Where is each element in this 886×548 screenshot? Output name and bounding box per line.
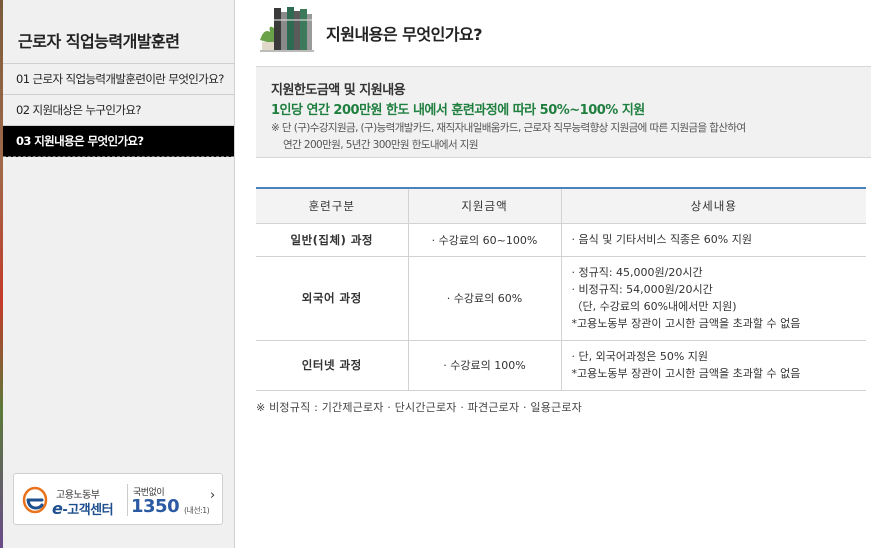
callcenter-name-e: e [52,499,63,518]
table-header-amount: 지원금액 [408,188,562,224]
books-plant-icon [260,7,314,52]
detail-line: · 비정규직: 54,000원/20시간 [571,283,713,296]
detail-line: （단, 수강료의 60%내에서만 지원) [571,300,737,313]
chevron-right-icon: › [210,488,216,503]
table-cell-category: 외국어 과정 [256,256,409,341]
non-regular-worker-footnote: ※ 비정규직 : 기간제근로자 · 단시간근로자 · 파견근로자 · 일용근로자 [256,401,582,414]
table-row: 인터넷 과정 · 수강료의 100% · 단, 외국어과정은 50% 지원 *고… [256,340,866,391]
callcenter-extension: (내선:1) [184,506,210,515]
table-cell-category: 일반(집체) 과정 [256,223,409,257]
content-header: 지원내용은 무엇인가요? [236,0,886,66]
detail-line: *고용노동부 장관이 고시한 금액을 초과할 수 없음 [571,317,801,330]
callcenter-banner[interactable]: 고용노동부 e-고객센터 국번없이 1350 (내선:1) › [13,473,223,525]
table-header-category: 훈련구분 [256,188,409,224]
callcenter-name: e-고객센터 [52,499,114,518]
info-note-line1: ※ 단 (구)수강지원금, (구)능력개발카드, 재직자내일배움카드, 근로자 … [271,122,746,134]
callcenter-divider [127,484,128,516]
table-cell-category: 인터넷 과정 [256,340,409,391]
callcenter-name-rest: -고객센터 [62,503,114,518]
sidebar-title: 근로자 직업능력개발훈련 [3,0,234,64]
table-header-row: 훈련구분 지원금액 상세내용 [256,188,866,224]
info-heading: 지원한도금액 및 지원내용 [271,83,406,98]
sidebar-item-support-content[interactable]: 03 지원내용은 무엇인가요? [3,126,234,157]
sidebar: 근로자 직업능력개발훈련 01 근로자 직업능력개발훈련이란 무엇인가요? 02… [3,0,235,548]
detail-line: · 단, 외국어과정은 50% 지원 [571,350,709,363]
table-cell-amount: · 수강료의 60% [408,256,562,341]
table-header-details: 상세내용 [561,188,866,224]
detail-line: *고용노동부 장관이 고시한 금액을 초과할 수 없음 [571,367,801,380]
support-table: 훈련구분 지원금액 상세내용 일반(집체) 과정 · 수강료의 60~100% … [256,187,866,391]
table-row: 외국어 과정 · 수강료의 60% · 정규직: 45,000원/20시간 · … [256,256,866,341]
table-cell-amount: · 수강료의 60~100% [408,223,562,257]
sidebar-item-what-is-training[interactable]: 01 근로자 직업능력개발훈련이란 무엇인가요? [3,64,234,95]
sidebar-item-eligibility[interactable]: 02 지원대상은 누구인가요? [3,95,234,126]
page-title: 지원내용은 무엇인가요? [326,25,483,44]
callcenter-number: 1350 [131,496,180,517]
detail-line: · 정규직: 45,000원/20시간 [571,266,703,279]
table-row: 일반(집체) 과정 · 수강료의 60~100% · 음식 및 기타서비스 직종… [256,223,866,257]
info-highlight: 1인당 연간 200만원 한도 내에서 훈련과정에 따라 50%~100% 지원 [271,103,645,118]
table-cell-details: · 정규직: 45,000원/20시간 · 비정규직: 54,000원/20시간… [561,256,866,341]
table-cell-details: · 음식 및 기타서비스 직종은 60% 지원 [561,223,866,257]
table-cell-details: · 단, 외국어과정은 50% 지원 *고용노동부 장관이 고시한 금액을 초과… [561,340,866,391]
e-logo-icon [22,486,48,514]
info-note-line2: 연간 200만원, 5년간 300만원 한도내에서 지원 [283,139,478,151]
detail-line: · 음식 및 기타서비스 직종은 60% 지원 [571,233,752,246]
support-limit-info-box: 지원한도금액 및 지원내용 1인당 연간 200만원 한도 내에서 훈련과정에 … [256,66,871,158]
table-cell-amount: · 수강료의 100% [408,340,562,391]
